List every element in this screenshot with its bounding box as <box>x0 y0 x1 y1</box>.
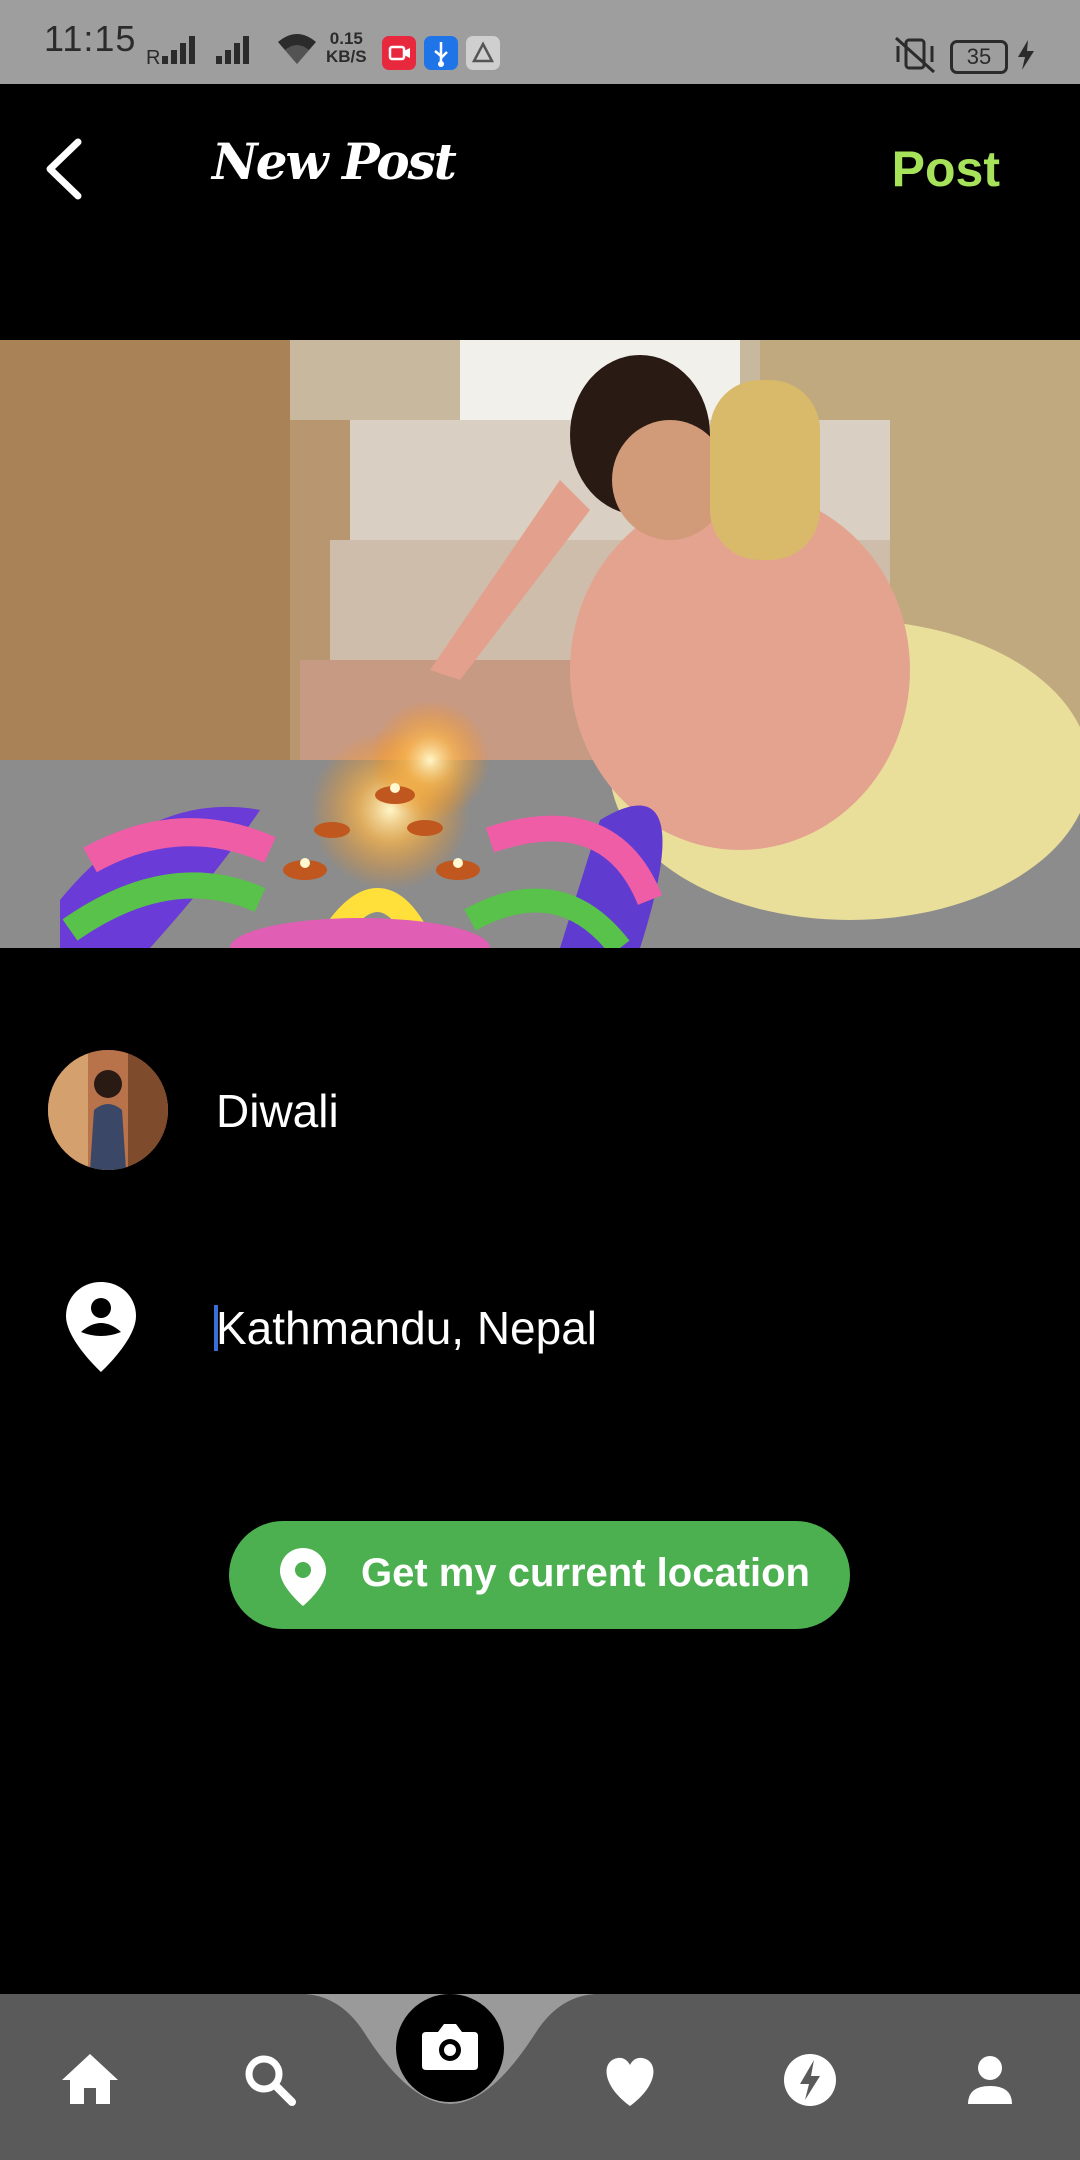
home-icon[interactable] <box>50 2040 130 2120</box>
usb-icon <box>424 36 458 70</box>
bottom-navigation <box>0 1994 1080 2160</box>
post-photo <box>0 340 1080 948</box>
battery-indicator: 35 <box>950 40 1008 74</box>
profile-icon[interactable] <box>950 2040 1030 2120</box>
location-pin-icon <box>280 1548 326 1606</box>
signal-icon: R <box>146 36 249 68</box>
network-speed-value: 0.15 <box>329 29 363 48</box>
vibrate-mute-icon <box>894 36 936 74</box>
photo-diwali-diyas <box>0 340 1080 948</box>
avatar <box>48 1050 168 1170</box>
get-location-button[interactable]: Get my current location <box>229 1521 850 1629</box>
status-time: 11:15 <box>44 18 137 59</box>
search-icon[interactable] <box>230 2040 310 2120</box>
network-speed-unit: KB/S <box>326 47 367 66</box>
page-title: New Post <box>212 132 457 191</box>
camera-icon <box>422 2024 478 2070</box>
location-input[interactable] <box>216 1300 1036 1356</box>
activity-icon[interactable] <box>770 2040 850 2120</box>
post-button[interactable]: Post <box>892 140 1000 198</box>
get-location-label: Get my current location <box>361 1551 810 1595</box>
heart-icon[interactable] <box>590 2040 670 2120</box>
network-speed: 0.15 KB/S <box>326 30 367 66</box>
share-app-icon <box>466 36 500 70</box>
charging-icon <box>1018 40 1034 70</box>
header: New Post Post <box>0 84 1080 254</box>
status-bar: 11:15 R 0.15 KB/S 35 <box>0 0 1080 84</box>
screen-recorder-icon <box>382 36 416 70</box>
camera-button[interactable] <box>396 1994 504 2102</box>
back-arrow-icon[interactable] <box>40 134 90 204</box>
wifi-icon <box>278 34 316 64</box>
caption-input[interactable] <box>216 1083 1036 1139</box>
location-pin-icon <box>66 1282 136 1372</box>
text-cursor <box>214 1305 218 1351</box>
bottom-nav-background <box>0 1994 1080 2160</box>
svg-text:R: R <box>146 47 160 68</box>
